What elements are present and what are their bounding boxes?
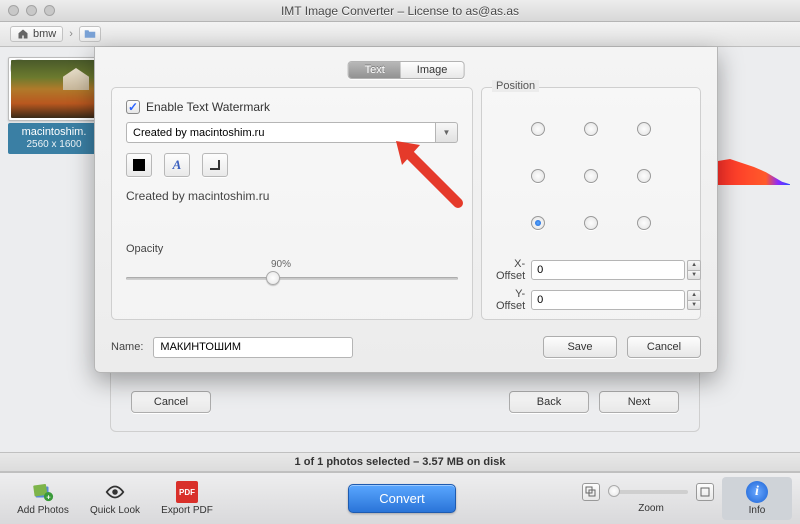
position-bottom-right[interactable]	[637, 216, 651, 230]
info-label: Info	[749, 505, 766, 516]
export-pdf-button[interactable]: PDF Export PDF	[152, 477, 222, 520]
cancel-button[interactable]: Cancel	[627, 336, 701, 358]
position-top-left[interactable]	[531, 122, 545, 136]
stepper-up-icon[interactable]: ▲	[687, 260, 701, 270]
zoom-out-icon	[585, 486, 597, 498]
thumbnail-image	[11, 60, 97, 118]
folder-icon	[84, 28, 96, 40]
x-offset-stepper[interactable]: ▲▼	[687, 260, 701, 280]
font-style-button[interactable]: A	[164, 153, 190, 177]
position-legend: Position	[492, 80, 539, 92]
zoom-label: Zoom	[638, 503, 664, 514]
zoom-out-button[interactable]	[582, 483, 600, 501]
chevron-right-icon: ›	[69, 28, 73, 40]
font-icon: A	[173, 157, 182, 173]
position-top-right[interactable]	[637, 122, 651, 136]
watermark-sheet: Text Image ✓ Enable Text Watermark ▼ A	[94, 47, 718, 373]
watermark-text-dropdown[interactable]: ▼	[436, 122, 458, 143]
text-watermark-group: ✓ Enable Text Watermark ▼ A Created by m…	[111, 87, 473, 320]
wizard-cancel-button[interactable]: Cancel	[131, 391, 211, 413]
enable-watermark-checkbox[interactable]: ✓	[126, 100, 140, 114]
svg-text:+: +	[46, 492, 50, 501]
position-mid-center[interactable]	[584, 169, 598, 183]
position-top-center[interactable]	[584, 122, 598, 136]
preset-name-input[interactable]	[153, 337, 353, 358]
x-offset-input[interactable]	[531, 260, 685, 280]
convert-button-wrap: Convert	[348, 484, 456, 513]
chevron-down-icon: ▼	[443, 128, 451, 137]
thumbnail-dimensions: 2560 x 1600	[8, 139, 100, 151]
info-icon: i	[746, 481, 768, 503]
wizard-next-button[interactable]: Next	[599, 391, 679, 413]
tab-text[interactable]: Text	[349, 62, 401, 78]
position-mid-right[interactable]	[637, 169, 651, 183]
position-grid	[511, 106, 671, 246]
thumbnail[interactable]: ✓	[8, 57, 100, 121]
watermark-text-input[interactable]	[126, 122, 436, 143]
position-bottom-center[interactable]	[584, 216, 598, 230]
zoom-slider[interactable]	[608, 490, 688, 494]
breadcrumb-bar: bmw ›	[0, 22, 800, 47]
color-swatch-icon	[133, 159, 145, 171]
save-button[interactable]: Save	[543, 336, 617, 358]
stepper-down-icon[interactable]: ▼	[687, 300, 701, 311]
position-mid-left[interactable]	[531, 169, 545, 183]
thumbnail-strip: ✓ macintoshim. 2560 x 1600	[8, 57, 100, 154]
convert-button[interactable]: Convert	[348, 484, 456, 513]
zoom-in-icon	[699, 486, 711, 498]
zoom-knob-icon[interactable]	[608, 485, 620, 497]
main-area: ✓ macintoshim. 2560 x 1600 Cancel Back N…	[0, 47, 800, 452]
position-bottom-left[interactable]	[531, 216, 545, 230]
bottom-toolbar: + Add Photos Quick Look PDF Export PDF C…	[0, 472, 800, 524]
opacity-label: Opacity	[126, 243, 458, 255]
window-title: IMT Image Converter – License to as@as.a…	[0, 4, 800, 18]
titlebar: IMT Image Converter – License to as@as.a…	[0, 0, 800, 22]
opacity-slider[interactable]	[126, 270, 458, 286]
wizard-back-button[interactable]: Back	[509, 391, 589, 413]
name-label: Name:	[111, 341, 143, 353]
tab-segment: Text Image	[348, 61, 465, 79]
zoom-control: Zoom	[582, 483, 720, 514]
home-icon	[17, 28, 29, 40]
add-photos-button[interactable]: + Add Photos	[8, 477, 78, 520]
position-group: Position X-Offset ▲▼	[481, 87, 701, 320]
quick-look-label: Quick Look	[90, 505, 140, 516]
thumbnail-name: macintoshim.	[8, 126, 100, 139]
info-button[interactable]: i Info	[722, 477, 792, 520]
watermark-preview-text: Created by macintoshim.ru	[126, 189, 458, 203]
quick-look-button[interactable]: Quick Look	[80, 477, 150, 520]
add-photos-icon: +	[32, 481, 54, 503]
stepper-down-icon[interactable]: ▼	[687, 270, 701, 281]
opacity-percent: 90%	[271, 259, 458, 270]
status-bar: 1 of 1 photos selected – 3.57 MB on disk	[0, 452, 800, 472]
zoom-in-button[interactable]	[696, 483, 714, 501]
eye-icon	[104, 481, 126, 503]
thumbnail-label: macintoshim. 2560 x 1600	[8, 123, 100, 154]
outline-button[interactable]	[202, 153, 228, 177]
wizard-footer: Cancel Back Next	[110, 372, 700, 432]
x-offset-label: X-Offset	[496, 258, 525, 282]
breadcrumb-home-label: bmw	[33, 28, 56, 40]
enable-watermark-label: Enable Text Watermark	[146, 100, 270, 114]
stepper-up-icon[interactable]: ▲	[687, 290, 701, 300]
slider-knob-icon[interactable]	[266, 271, 280, 285]
breadcrumb-home[interactable]: bmw	[10, 26, 63, 42]
y-offset-stepper[interactable]: ▲▼	[687, 290, 701, 310]
y-offset-input[interactable]	[531, 290, 685, 310]
sheet-footer: Name: Save Cancel	[111, 336, 701, 358]
breadcrumb-folder[interactable]	[79, 26, 101, 42]
histogram	[710, 145, 790, 185]
export-pdf-label: Export PDF	[161, 505, 213, 516]
status-text: 1 of 1 photos selected – 3.57 MB on disk	[295, 456, 506, 468]
outline-icon	[210, 160, 220, 170]
pdf-icon: PDF	[176, 481, 198, 503]
tab-image[interactable]: Image	[401, 62, 464, 78]
y-offset-label: Y-Offset	[496, 288, 525, 312]
add-photos-label: Add Photos	[17, 505, 69, 516]
text-color-button[interactable]	[126, 153, 152, 177]
